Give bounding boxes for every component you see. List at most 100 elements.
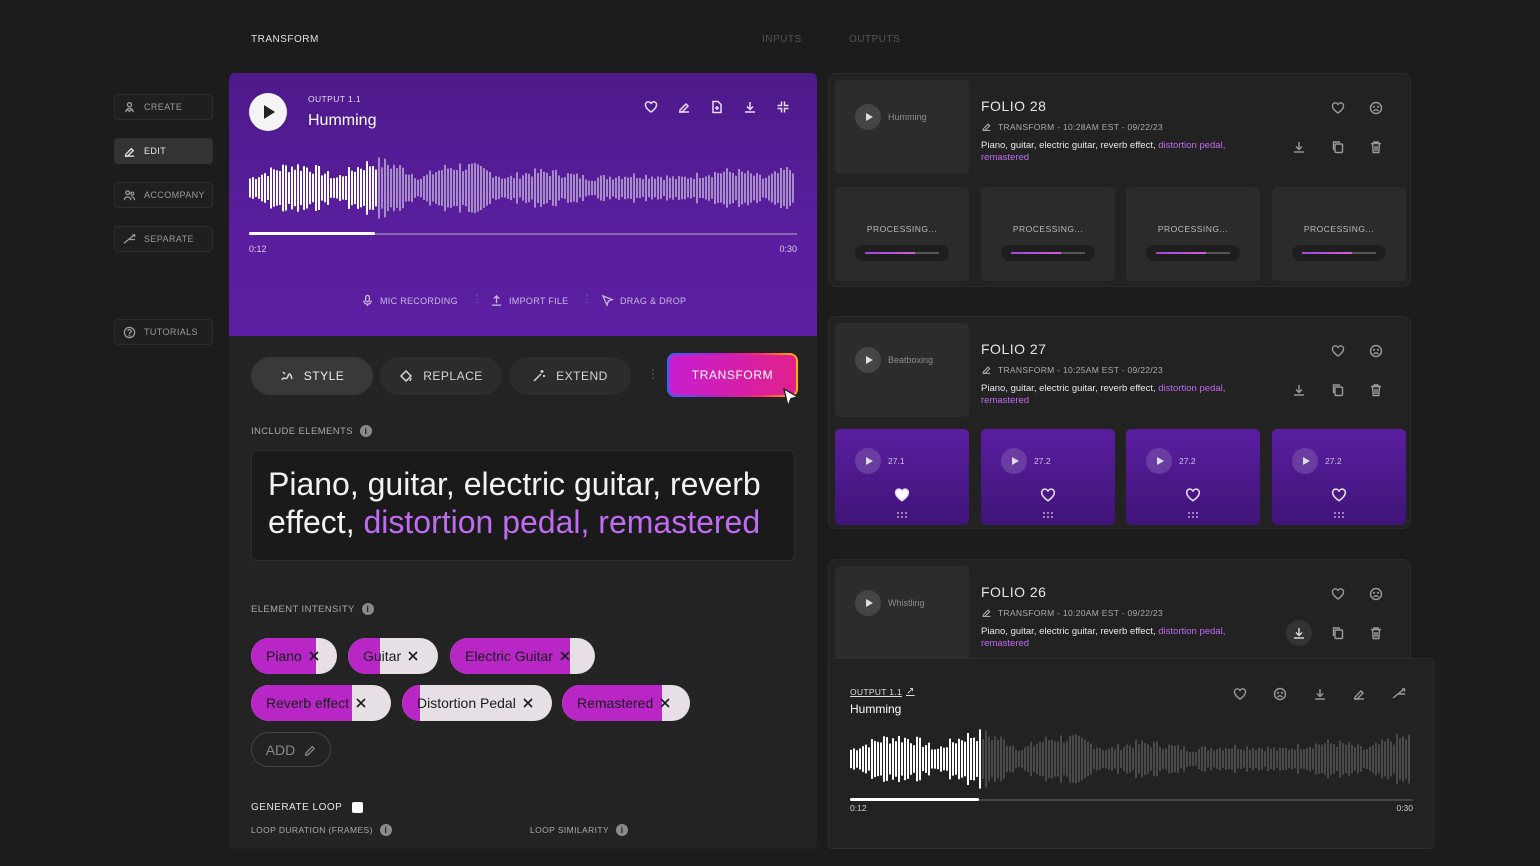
heart-icon[interactable] — [1325, 338, 1351, 364]
folio-thumbnail[interactable]: Humming — [835, 80, 969, 174]
transform-button[interactable]: TRANSFORM — [667, 353, 798, 397]
waveform-bar — [955, 743, 957, 775]
waveform-bar — [1123, 746, 1125, 772]
dislike-icon[interactable] — [1267, 681, 1293, 707]
import-file-button[interactable]: IMPORT FILE — [490, 294, 568, 307]
drag-drop-area[interactable]: DRAG & DROP — [601, 294, 686, 307]
sidebar-item-create[interactable]: CREATE — [114, 94, 213, 120]
tab-extend[interactable]: EXTEND — [509, 357, 631, 395]
heart-icon[interactable] — [1325, 581, 1351, 607]
waveform-bar — [519, 178, 521, 198]
dislike-icon[interactable] — [1363, 95, 1389, 121]
heart-icon[interactable] — [1185, 487, 1201, 503]
waveform-bar — [609, 176, 611, 200]
close-icon[interactable] — [407, 650, 419, 662]
heart-icon[interactable] — [638, 94, 664, 120]
waveform-bar — [1252, 747, 1254, 771]
play-button[interactable] — [249, 93, 287, 131]
file-add-icon[interactable] — [704, 94, 730, 120]
waveform[interactable] — [850, 725, 1413, 793]
heart-icon[interactable] — [1227, 681, 1253, 707]
dislike-icon[interactable] — [1363, 581, 1389, 607]
collapse-icon[interactable] — [770, 94, 796, 120]
drag-handle-icon[interactable] — [1333, 511, 1345, 519]
variant-label: 27.1 — [888, 456, 905, 466]
drag-handle-icon[interactable] — [1187, 511, 1199, 519]
drag-handle-icon[interactable] — [1042, 511, 1054, 519]
variant-tile[interactable]: 27.2 — [1126, 429, 1260, 525]
info-icon[interactable]: i — [616, 824, 629, 836]
trash-icon[interactable] — [1363, 134, 1389, 160]
variant-tile[interactable]: 27.2 — [1272, 429, 1406, 525]
folio-thumbnail[interactable]: Whistling — [835, 566, 969, 660]
play-button[interactable] — [1146, 448, 1172, 474]
info-icon[interactable]: i — [359, 425, 372, 437]
close-icon[interactable] — [659, 697, 671, 709]
play-button[interactable] — [855, 590, 881, 616]
generate-loop-checkbox[interactable] — [352, 802, 364, 813]
variant-tile[interactable]: 27.1 — [835, 429, 969, 525]
copy-icon[interactable] — [1325, 377, 1351, 403]
download-icon[interactable] — [1307, 681, 1333, 707]
play-button[interactable] — [855, 104, 881, 130]
tab-replace[interactable]: REPLACE — [380, 357, 502, 395]
intensity-chip[interactable]: Guitar — [348, 638, 438, 674]
heart-icon[interactable] — [894, 487, 910, 503]
nav-outputs[interactable]: OUTPUTS — [849, 34, 900, 45]
drag-handle-icon[interactable] — [896, 511, 908, 519]
heart-icon[interactable] — [1325, 95, 1351, 121]
share-icon[interactable] — [1386, 681, 1412, 707]
dislike-icon[interactable] — [1363, 338, 1389, 364]
play-button[interactable] — [1292, 448, 1318, 474]
heart-icon[interactable] — [1040, 487, 1056, 503]
waveform-bar — [1390, 741, 1392, 777]
intensity-chip[interactable]: Distortion Pedal — [402, 685, 552, 721]
variant-tile[interactable]: 27.2 — [981, 429, 1115, 525]
download-icon[interactable] — [1286, 134, 1312, 160]
folio-card: Beatboxing FOLIO 27 TRANSFORM - 10:25AM … — [828, 316, 1411, 529]
trash-icon[interactable] — [1363, 377, 1389, 403]
sidebar-item-tutorials[interactable]: TUTORIALS — [114, 319, 213, 345]
tab-style[interactable]: STYLE — [251, 357, 373, 395]
waveform-bar — [931, 749, 933, 769]
waveform-bar — [1006, 745, 1008, 773]
mic-recording-button[interactable]: MIC RECORDING — [361, 294, 458, 307]
close-icon[interactable] — [559, 650, 571, 662]
heart-icon[interactable] — [1331, 487, 1347, 503]
intensity-chip[interactable]: Electric Guitar — [450, 638, 595, 674]
play-button[interactable] — [855, 347, 881, 373]
add-element-button[interactable]: ADD — [251, 732, 331, 767]
info-icon[interactable]: i — [379, 824, 392, 836]
play-button[interactable] — [1001, 448, 1027, 474]
info-icon[interactable]: i — [361, 603, 374, 615]
sidebar-item-accompany[interactable]: ACCOMPANY — [114, 182, 213, 208]
import-file-label: IMPORT FILE — [509, 295, 569, 306]
folio-thumbnail[interactable]: Beatboxing — [835, 323, 969, 417]
waveform-bar — [396, 168, 398, 208]
waveform[interactable] — [249, 153, 797, 223]
waveform-bar — [342, 176, 344, 200]
copy-icon[interactable] — [1325, 134, 1351, 160]
close-icon[interactable] — [355, 697, 367, 709]
close-icon[interactable] — [308, 650, 320, 662]
intensity-chip[interactable]: Piano — [251, 638, 337, 674]
download-icon[interactable] — [1286, 377, 1312, 403]
download-icon[interactable] — [1286, 620, 1312, 646]
sidebar-item-edit[interactable]: EDIT — [114, 138, 213, 164]
output-link[interactable]: OUTPUT 1.1 ↗ — [850, 686, 915, 697]
pencil-icon[interactable] — [1346, 681, 1372, 707]
nav-inputs[interactable]: INPUTS — [762, 34, 802, 45]
sidebar-item-separate[interactable]: SEPARATE — [114, 226, 213, 252]
close-icon[interactable] — [522, 697, 534, 709]
copy-icon[interactable] — [1325, 620, 1351, 646]
waveform-bar — [1147, 744, 1149, 774]
waveform-bar — [1033, 745, 1035, 773]
download-icon[interactable] — [737, 94, 763, 120]
play-button[interactable] — [855, 448, 881, 474]
pencil-icon[interactable] — [671, 94, 697, 120]
include-elements-input[interactable]: Piano, guitar, electric guitar, reverb e… — [251, 450, 795, 561]
intensity-chip[interactable]: Reverb effect — [251, 685, 391, 721]
waveform-bar — [729, 171, 731, 205]
intensity-chip[interactable]: Remastered — [562, 685, 690, 721]
trash-icon[interactable] — [1363, 620, 1389, 646]
